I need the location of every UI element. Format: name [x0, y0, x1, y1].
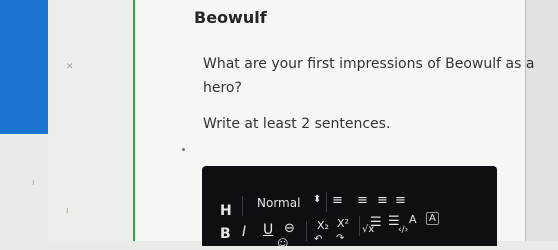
italic-button[interactable]: I [242, 224, 246, 240]
question-instruction: Write at least 2 sentences. [203, 116, 391, 132]
question-title: Beowulf [194, 8, 267, 27]
align-right-icon[interactable]: ≡ [377, 193, 388, 208]
formula-button[interactable]: √x [362, 224, 374, 235]
underline-button[interactable]: U [263, 222, 273, 238]
question-text-continued: hero? [203, 80, 242, 96]
emoji-icon[interactable]: ☺ [277, 237, 288, 250]
style-select-arrows-icon[interactable]: ⬍ [313, 194, 321, 205]
bullet-dot [182, 148, 185, 151]
style-select[interactable]: Normal [257, 196, 300, 210]
toolbar-separator [306, 221, 307, 241]
subscript-button[interactable]: X₂ [317, 219, 329, 232]
scribble-mark: ı [66, 206, 69, 216]
font-color-button[interactable]: A [409, 213, 417, 226]
question-text: What are your first impressions of Beowu… [203, 56, 535, 72]
highlight-button[interactable]: A [426, 212, 439, 225]
left-margin [48, 0, 134, 241]
accent-strip [0, 0, 48, 134]
align-justify-icon[interactable]: ≡ [395, 193, 406, 208]
redo-icon[interactable]: ↷ [336, 233, 344, 244]
toolbar-separator [326, 192, 327, 212]
code-button[interactable]: ‹/› [398, 225, 408, 235]
toolbar-separator [359, 216, 360, 236]
editor-toolbar: H Normal ⬍ ≡ ≡ ≡ ≡ B I U ⊖ X₂ X² ☰ ☰ A A… [202, 166, 497, 250]
align-center-icon[interactable]: ≡ [357, 193, 368, 208]
toolbar-separator [242, 196, 243, 216]
align-left-icon[interactable]: ≡ [332, 193, 343, 208]
bold-button[interactable]: B [220, 226, 231, 242]
superscript-button[interactable]: X² [337, 217, 349, 230]
strikethrough-icon[interactable]: ⊖ [284, 221, 295, 236]
scribble-mark: ✕ [66, 62, 74, 72]
right-margin [526, 0, 558, 241]
heading-button[interactable]: H [220, 203, 232, 219]
undo-icon[interactable]: ↶ [314, 234, 322, 245]
scribble-mark: ı [32, 178, 35, 188]
